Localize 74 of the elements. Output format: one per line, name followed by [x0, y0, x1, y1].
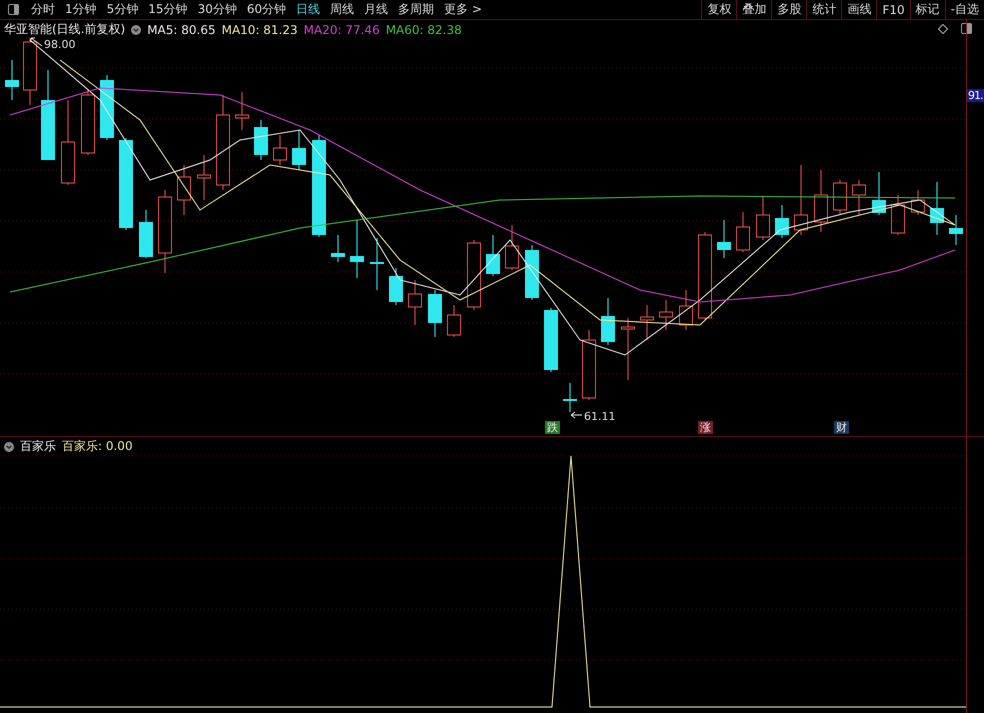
event-marker[interactable]: 财 [834, 421, 849, 434]
ma-value-label: MA20: 77.46 [304, 22, 380, 36]
indicator-name: 百家乐 [20, 438, 56, 455]
candlestick [139, 210, 153, 258]
candlestick [601, 298, 615, 346]
period-tab[interactable]: 5分钟 [102, 1, 144, 18]
candlestick [814, 170, 828, 232]
candlestick [505, 224, 519, 270]
high-price-label: 98.00 [44, 38, 76, 51]
candlestick [428, 290, 442, 338]
leader-arrow [30, 38, 42, 46]
event-marker[interactable]: 涨 [698, 421, 713, 434]
candlestick [872, 172, 886, 216]
candlestick [292, 130, 306, 170]
period-tab[interactable]: 周线 [325, 1, 360, 18]
period-tab[interactable]: 1分钟 [60, 1, 102, 18]
candlestick [794, 164, 808, 236]
candlestick [447, 304, 461, 338]
candlestick [621, 318, 635, 380]
candlestick [911, 190, 925, 216]
candlestick [544, 308, 558, 372]
candlestick [467, 240, 481, 310]
candlestick [640, 304, 654, 340]
diamond-icon[interactable] [938, 24, 948, 34]
period-tab[interactable]: 30分钟 [192, 1, 242, 18]
period-tab[interactable]: 分时 [26, 1, 60, 18]
candlestick [197, 154, 211, 200]
candlestick [525, 244, 539, 300]
period-tab[interactable]: 60分钟 [242, 1, 292, 18]
candlestick [100, 74, 114, 140]
ma-value-label: MA60: 82.38 [386, 22, 462, 36]
dropdown-icon[interactable] [131, 24, 142, 34]
candlestick [852, 180, 866, 216]
period-tab[interactable]: 日线 [291, 1, 326, 18]
event-marker[interactable]: 跌 [545, 421, 560, 434]
candlestick [736, 212, 750, 252]
candlestick [775, 204, 789, 238]
candlestick [23, 38, 37, 106]
period-tab[interactable]: 月线 [359, 1, 394, 18]
candlestick [177, 164, 191, 216]
candlestick [389, 268, 403, 306]
candlestick [756, 196, 770, 240]
candlestick [408, 280, 422, 326]
period-tab[interactable]: 更多 > [439, 1, 487, 18]
candlestick [659, 300, 673, 330]
candlestick [891, 194, 905, 236]
candlestick [563, 382, 577, 412]
period-tab[interactable]: 15分钟 [143, 1, 193, 18]
candlestick [833, 180, 847, 216]
candlestick [254, 120, 268, 160]
dropdown-icon[interactable] [4, 442, 14, 452]
panel-toggle-icon[interactable] [961, 23, 972, 34]
indicator-value: 百家乐: 0.00 [62, 438, 133, 455]
leader-arrow [570, 412, 582, 418]
candlestick [486, 234, 500, 276]
candlestick [273, 134, 287, 166]
panel-toggle-icon[interactable] [8, 4, 19, 15]
candlestick [331, 234, 345, 262]
candlestick [949, 214, 963, 246]
candlestick [81, 90, 95, 156]
candlestick [350, 220, 364, 278]
candlestick [5, 60, 19, 100]
stock-title: 华亚智能(日线.前复权) [4, 21, 126, 38]
candlestick [235, 92, 249, 130]
price-tag: 91. [967, 89, 984, 102]
ma-value-label: MA10: 81.23 [222, 22, 298, 36]
low-price-label: 61.11 [584, 410, 616, 423]
candlestick [717, 220, 731, 258]
candlestick [930, 182, 944, 236]
candlestick [370, 238, 384, 290]
ma-value-label: MA5: 80.65 [147, 22, 216, 36]
period-tab[interactable]: 多周期 [393, 1, 440, 18]
candlestick [679, 290, 693, 330]
candlestick [582, 330, 596, 400]
